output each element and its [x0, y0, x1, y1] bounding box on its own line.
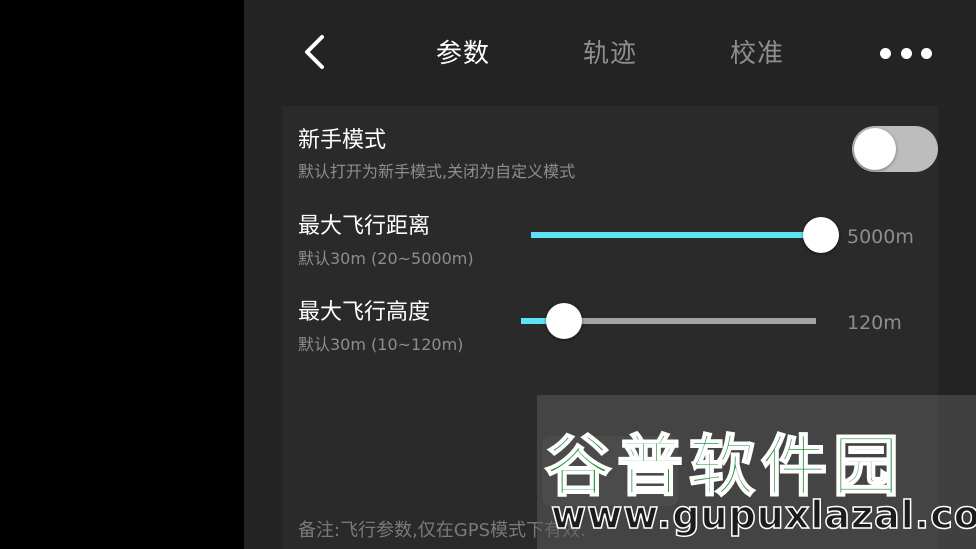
tab-track[interactable]: 轨迹 [583, 33, 637, 70]
top-bar: 参数 轨迹 校准 [244, 0, 976, 105]
max-altitude-description: 默认30m (10~120m) [298, 335, 464, 354]
tab-calibration[interactable]: 校准 [730, 33, 784, 70]
max-distance-slider[interactable] [531, 215, 839, 255]
max-altitude-value: 120m [847, 312, 902, 334]
tab-params[interactable]: 参数 [436, 33, 490, 70]
slider-thumb[interactable] [545, 303, 582, 339]
beginner-mode-toggle[interactable] [852, 126, 938, 172]
watermark-url: www.gupuxlazal.com [550, 492, 976, 538]
toggle-knob [854, 128, 896, 170]
max-altitude-slider[interactable] [521, 301, 816, 341]
watermark: 谷普软件园 www.gupuxlazal.com [537, 395, 976, 549]
max-distance-description: 默认30m (20~5000m) [298, 249, 474, 268]
chevron-left-icon [305, 35, 324, 69]
beginner-mode-description: 默认打开为新手模式,关闭为自定义模式 [298, 162, 576, 181]
more-button[interactable] [880, 36, 932, 70]
beginner-mode-title: 新手模式 [298, 128, 387, 153]
more-dots-icon [900, 47, 912, 59]
max-altitude-title: 最大飞行高度 [298, 300, 431, 325]
more-dots-icon [880, 47, 891, 59]
max-distance-value: 5000m [847, 226, 914, 248]
slider-fill [531, 232, 821, 238]
back-button[interactable] [292, 30, 336, 74]
more-dots-icon [921, 47, 932, 59]
max-distance-title: 最大飞行距离 [298, 214, 431, 239]
slider-thumb[interactable] [803, 217, 839, 253]
